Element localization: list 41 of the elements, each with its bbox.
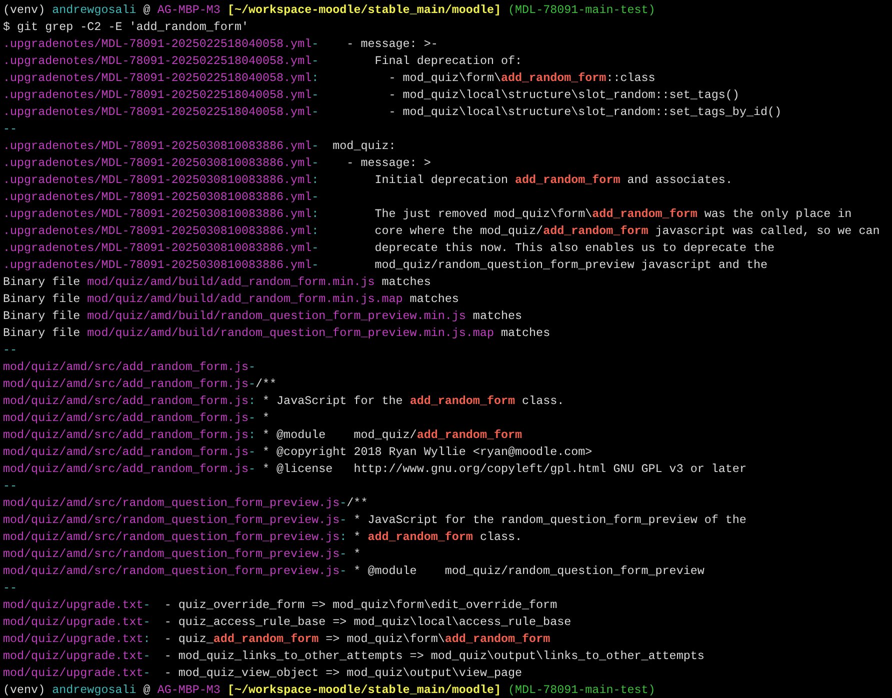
terminal-line: mod/quiz/amd/src/random_question_form_preview.js- * @module mod_quiz/random_question_form_preview [3,563,704,580]
terminal-line: mod/quiz/amd/src/random_question_form_preview.js-/** [3,495,368,512]
terminal-line: -- [3,342,18,359]
terminal-line: mod/quiz/upgrade.txt- - quiz_override_form => mod_quiz\form\edit_override_form [3,597,558,614]
terminal-line: mod/quiz/amd/src/add_random_form.js: * @module mod_quiz/add_random_form [3,427,522,444]
terminal-line: -- [3,121,18,138]
terminal-line: .upgradenotes/MDL-78091-2025022518040058.yml: - mod_quiz\form\add_random_form::class [3,70,656,87]
terminal-line: .upgradenotes/MDL-78091-2025030810083886.yml: Initial deprecation add_random_form and associates. [3,172,732,189]
terminal-line: mod/quiz/amd/src/random_question_form_preview.js- * [3,546,361,563]
terminal-line: .upgradenotes/MDL-78091-2025022518040058.yml- - mod_quiz\local\structure\slot_random::set_tags() [3,87,740,104]
terminal-line: .upgradenotes/MDL-78091-2025022518040058.yml- - message: >- [3,36,438,53]
terminal-line: .upgradenotes/MDL-78091-2025030810083886.yml: core where the mod_quiz/add_random_form javascript was called, so we can [3,223,880,240]
terminal-line: Binary file mod/quiz/amd/build/add_random_form.min.js matches [3,274,431,291]
terminal-line: mod/quiz/amd/src/add_random_form.js- * [3,410,270,427]
terminal-line: mod/quiz/upgrade.txt- - mod_quiz_view_object => mod_quiz\output\view_page [3,665,522,682]
terminal-line: mod/quiz/amd/src/add_random_form.js- * @copyright 2018 Ryan Wyllie <ryan@moodle.com> [3,444,592,461]
terminal-line: mod/quiz/amd/src/random_question_form_preview.js: * add_random_form class. [3,529,522,546]
terminal-line: $ git grep -C2 -E 'add_random_form' [3,19,248,36]
terminal-line: -- [3,580,18,597]
terminal-line: Binary file mod/quiz/amd/build/random_question_form_preview.min.js.map matches [3,325,550,342]
terminal-line: (venv) andrewgosali @ AG-MBP-M3 [~/workspace-moodle/stable_main/moodle] (MDL-78091-main-test) [3,2,656,19]
terminal-line: mod/quiz/upgrade.txt- - mod_quiz_links_to_other_attempts => mod_quiz\output\links_to_other_attempts [3,648,704,665]
terminal-line: mod/quiz/amd/src/add_random_form.js: * JavaScript for the add_random_form class. [3,393,564,410]
terminal-line: .upgradenotes/MDL-78091-2025022518040058.yml- - mod_quiz\local\structure\slot_random::set_tags_by_id() [3,104,782,121]
terminal-line: .upgradenotes/MDL-78091-2025030810083886.yml: The just removed mod_quiz\form\add_random_form was the only place in [3,206,852,223]
terminal-line: .upgradenotes/MDL-78091-2025030810083886.yml- mod_quiz: [3,138,396,155]
terminal-line: Binary file mod/quiz/amd/build/add_random_form.min.js.map matches [3,291,459,308]
terminal-line: (venv) andrewgosali @ AG-MBP-M3 [~/workspace-moodle/stable_main/moodle] (MDL-78091-main-test) [3,682,656,698]
terminal-line: Binary file mod/quiz/amd/build/random_question_form_preview.min.js matches [3,308,522,325]
terminal-line: -- [3,478,18,495]
terminal-line: mod/quiz/amd/src/add_random_form.js- [3,359,256,376]
terminal-line: mod/quiz/upgrade.txt- - quiz_access_rule_base => mod_quiz\local\access_rule_base [3,614,572,631]
terminal-line: .upgradenotes/MDL-78091-2025030810083886.yml- - message: > [3,155,431,172]
terminal-line: .upgradenotes/MDL-78091-2025022518040058.yml- Final deprecation of: [3,53,522,70]
terminal-line: .upgradenotes/MDL-78091-2025030810083886.yml- deprecate this now. This also enables us to deprecate the [3,240,775,257]
terminal-line: mod/quiz/amd/src/add_random_form.js-/** [3,376,277,393]
terminal-line: mod/quiz/upgrade.txt: - quiz_add_random_form => mod_quiz\form\add_random_form [3,631,550,648]
terminal-line: mod/quiz/amd/src/add_random_form.js- * @license http://www.gnu.org/copyleft/gpl.html GNU GPL v3 or later [3,461,746,478]
terminal-line: .upgradenotes/MDL-78091-2025030810083886.yml- [3,189,319,206]
terminal-line: .upgradenotes/MDL-78091-2025030810083886.yml- mod_quiz/random_question_form_preview javascript and the [3,257,768,274]
terminal-line: mod/quiz/amd/src/random_question_form_preview.js- * JavaScript for the random_question_form_preview of the [3,512,746,529]
